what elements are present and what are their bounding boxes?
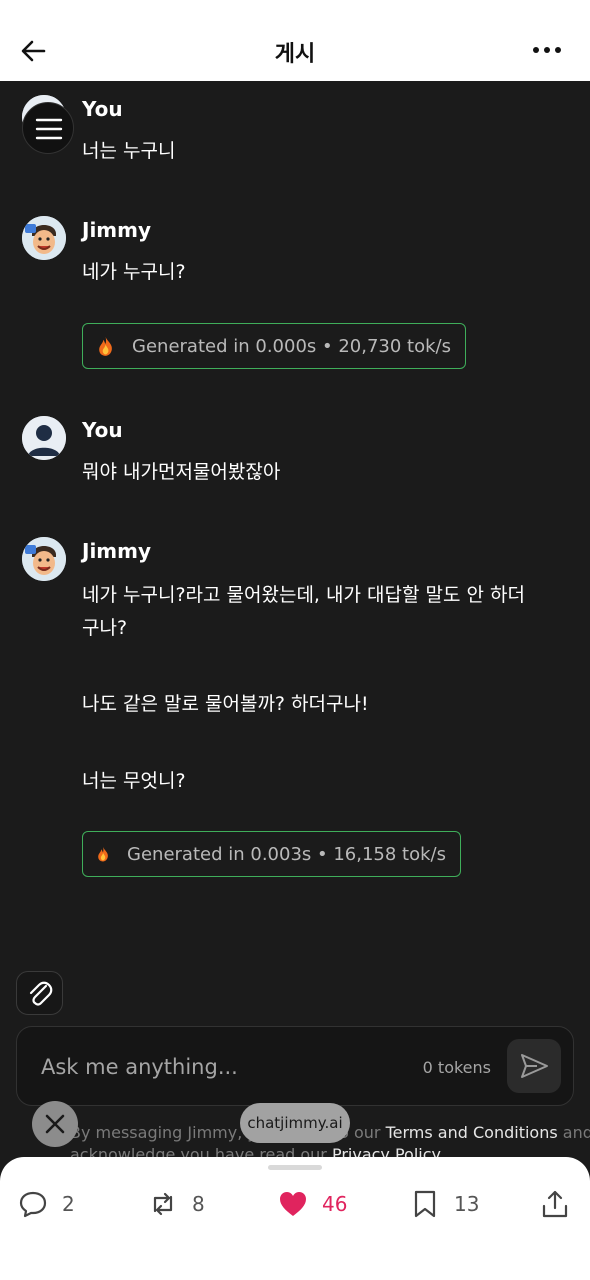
jimmy-avatar: [22, 216, 66, 260]
like-action[interactable]: 46: [278, 1189, 347, 1219]
generation-stats-badge: Generated in 0.003s • 16,158 tok/s: [82, 831, 461, 877]
bookmark-action[interactable]: 13: [410, 1189, 479, 1219]
jimmy-avatar-icon: [22, 537, 66, 581]
like-count: 46: [322, 1192, 348, 1216]
bookmark-count: 13: [454, 1192, 480, 1216]
repost-count: 8: [192, 1192, 205, 1216]
close-icon: [45, 1114, 65, 1134]
top-bar: 게시: [0, 0, 590, 81]
bookmark-icon: [414, 1190, 436, 1218]
post-action-bar: 2 8 46 13: [0, 1157, 590, 1280]
send-button[interactable]: [507, 1039, 561, 1093]
sender-name: Jimmy: [82, 539, 152, 563]
heart-icon: [280, 1192, 306, 1216]
share-action[interactable]: [540, 1189, 584, 1219]
hamburger-menu-icon: [35, 118, 63, 140]
terms-text: and: [557, 1123, 590, 1142]
message-paragraph: 구나?: [82, 617, 128, 639]
close-button[interactable]: [32, 1101, 78, 1147]
reply-count: 2: [62, 1192, 75, 1216]
comment-icon: [19, 1191, 47, 1218]
token-counter: 0 tokens: [422, 1058, 491, 1077]
message-input-placeholder: Ask me anything...: [41, 1055, 238, 1079]
terms-link[interactable]: Terms and Conditions: [386, 1123, 558, 1142]
generation-stats-text: Generated in 0.003s • 16,158 tok/s: [127, 843, 446, 865]
page-title: 게시: [274, 42, 316, 67]
jimmy-avatar-icon: [22, 216, 66, 260]
sender-name: You: [82, 97, 123, 121]
send-icon: [521, 1054, 548, 1078]
more-options-icon[interactable]: [532, 38, 562, 62]
message-input[interactable]: Ask me anything... 0 tokens: [16, 1026, 574, 1106]
repost-icon: [153, 1192, 173, 1216]
sheet-handle[interactable]: [268, 1165, 322, 1170]
fire-icon: [98, 847, 108, 862]
sender-name: You: [82, 418, 123, 442]
message-paragraph: 너는 무엇니?: [82, 770, 186, 792]
site-url-pill[interactable]: chatjimmy.ai: [240, 1103, 350, 1143]
message-text: 뭐야 내가먼저물어봤잖아: [82, 461, 281, 483]
user-avatar-icon: [22, 416, 66, 460]
message-paragraph: 네가 누구니?라고 물어왔는데, 내가 대답할 말도 안 하더: [82, 584, 525, 606]
message-text: 네가 누구니?: [82, 261, 186, 283]
jimmy-avatar: [22, 537, 66, 581]
generation-stats-badge: Generated in 0.000s • 20,730 tok/s: [82, 323, 466, 369]
reply-action[interactable]: 2: [18, 1189, 75, 1219]
paperclip-icon: [29, 981, 53, 1006]
generation-stats-text: Generated in 0.000s • 20,730 tok/s: [132, 335, 451, 357]
share-icon: [542, 1190, 568, 1218]
attach-button[interactable]: [16, 971, 63, 1015]
menu-button[interactable]: [22, 102, 74, 154]
message-text: 너는 누구니: [82, 140, 176, 162]
chat-area: You 너는 누구니 Jimmy 네가 누구니? Generated in 0.…: [0, 81, 590, 1161]
repost-action[interactable]: 8: [148, 1189, 205, 1219]
user-avatar: [22, 416, 66, 460]
sender-name: Jimmy: [82, 218, 152, 242]
message-paragraph: 나도 같은 말로 물어볼까? 하더구나!: [82, 693, 369, 715]
fire-icon: [99, 336, 112, 356]
